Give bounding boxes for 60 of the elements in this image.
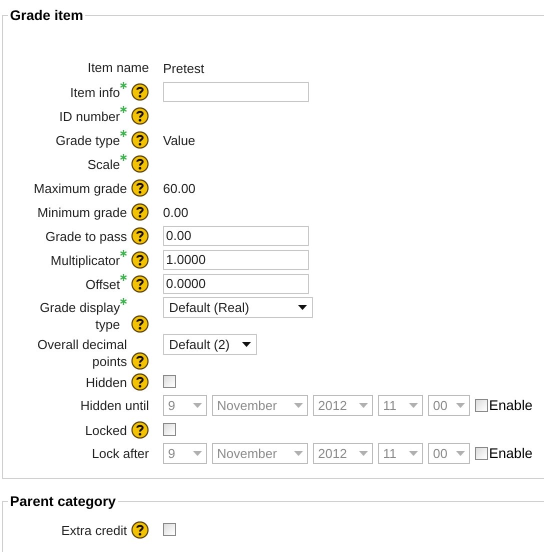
caret-icon (294, 403, 303, 408)
help-icon[interactable] (131, 275, 149, 293)
input-field[interactable]: 0.00 (163, 226, 309, 246)
field-value: Pretest (163, 60, 204, 76)
caret-icon (242, 342, 251, 347)
field-label: Scale (87, 156, 120, 173)
field-label: Grade to pass (45, 228, 127, 245)
caret-icon (359, 451, 368, 456)
checkbox[interactable] (163, 523, 176, 536)
dropdown[interactable]: Default (Real) (163, 297, 313, 318)
field-label: Lock after (92, 445, 149, 462)
caret-icon (193, 403, 202, 408)
help-icon[interactable] (131, 227, 149, 245)
section-legend: Parent category (8, 493, 118, 509)
field-label: Grade type (56, 132, 120, 149)
field-label: Item info (70, 84, 120, 101)
help-icon[interactable] (131, 251, 149, 269)
caret-icon (294, 451, 303, 456)
checkbox-label: Enable (489, 396, 533, 415)
field-value: 60.00 (163, 180, 196, 196)
input-field[interactable] (163, 82, 309, 102)
help-icon[interactable] (131, 131, 149, 149)
field-label: Locked (85, 422, 127, 439)
field-label: ID number (59, 108, 120, 125)
help-icon[interactable] (131, 521, 149, 539)
checkbox-label: Enable (489, 444, 533, 463)
field-label: Item name (88, 59, 149, 76)
field-label: Hidden (86, 374, 127, 391)
help-icon[interactable] (131, 83, 149, 101)
field-label: Minimum grade (37, 204, 127, 221)
help-icon[interactable] (131, 107, 149, 125)
help-icon[interactable] (131, 155, 149, 173)
field-label: Multiplicator (50, 252, 120, 269)
input-field[interactable]: 1.0000 (163, 250, 309, 270)
field-label: Offset (86, 276, 120, 293)
caret-icon (298, 305, 307, 310)
field-label: Maximum grade (34, 180, 127, 197)
help-icon[interactable] (131, 352, 149, 370)
field-label: Hidden until (80, 397, 149, 414)
section-legend: Grade item (8, 7, 86, 23)
help-icon[interactable] (131, 315, 149, 333)
caret-icon (456, 403, 465, 408)
field-label: Overall decimal points (36, 336, 127, 370)
input-field[interactable]: 0.0000 (163, 274, 309, 294)
field-label: Grade display type (38, 299, 120, 333)
field-label: Extra credit (61, 522, 127, 539)
field-value: Value (163, 132, 196, 148)
caret-icon (409, 403, 418, 408)
caret-icon (456, 451, 465, 456)
caret-icon (409, 451, 418, 456)
help-icon[interactable] (131, 203, 149, 221)
field-value: 0.00 (163, 204, 188, 220)
checkbox[interactable] (163, 375, 176, 388)
dropdown[interactable]: Default (2) (163, 334, 257, 355)
caret-icon (193, 451, 202, 456)
help-icon[interactable] (131, 179, 149, 197)
caret-icon (359, 403, 368, 408)
checkbox[interactable] (163, 423, 176, 436)
help-icon[interactable] (131, 421, 149, 439)
help-icon[interactable] (131, 373, 149, 391)
